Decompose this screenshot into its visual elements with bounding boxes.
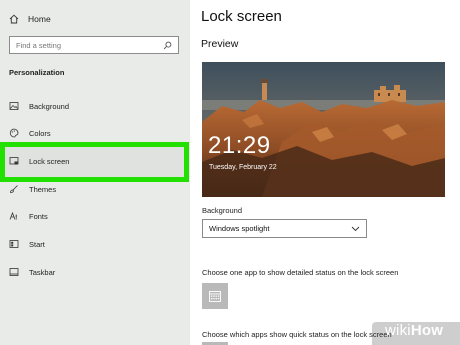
sidebar-item-label: Lock screen <box>29 156 70 166</box>
lock-screen-icon <box>9 157 19 165</box>
preview-heading: Preview <box>201 38 239 50</box>
sidebar-item-taskbar[interactable]: Taskbar <box>9 264 55 280</box>
calendar-icon <box>209 291 221 302</box>
search-input[interactable]: Find a setting <box>9 36 179 54</box>
preview-date: Tuesday, February 22 <box>209 164 277 171</box>
preview-clock: 21:29 <box>208 132 271 159</box>
start-icon <box>9 240 19 248</box>
wikihow-watermark: wikiHow <box>385 322 443 339</box>
image-icon <box>9 102 19 110</box>
sidebar-item-label: Colors <box>29 128 51 138</box>
sidebar-item-label: Fonts <box>29 211 48 221</box>
background-dropdown-value: Windows spotlight <box>209 224 270 233</box>
sidebar-item-label: Start <box>29 239 45 249</box>
page-title: Lock screen <box>201 8 282 25</box>
main-panel: Lock screen Preview 21:29 Tuesday, Febru… <box>190 0 460 345</box>
settings-sidebar: Home Find a setting Personalization Back… <box>0 0 190 345</box>
lock-screen-preview: 21:29 Tuesday, February 22 <box>202 62 445 197</box>
search-placeholder: Find a setting <box>16 40 62 50</box>
sidebar-item-fonts[interactable]: Fonts <box>9 208 48 224</box>
quick-status-label: Choose which apps show quick status on t… <box>202 330 392 339</box>
background-dropdown[interactable]: Windows spotlight <box>202 219 367 238</box>
font-icon <box>9 211 17 220</box>
sidebar-item-label: Taskbar <box>29 267 56 277</box>
watermark-how: How <box>410 322 444 339</box>
palette-icon <box>9 128 19 138</box>
chevron-down-icon <box>351 226 360 231</box>
detailed-status-label: Choose one app to show detailed status o… <box>202 268 399 277</box>
sidebar-item-start[interactable]: Start <box>9 236 45 252</box>
home-icon <box>9 14 19 24</box>
brush-icon <box>10 185 18 193</box>
sidebar-item-label: Themes <box>29 184 57 194</box>
detailed-status-app-button[interactable] <box>202 283 228 309</box>
sidebar-item-lock-screen[interactable]: Lock screen <box>9 153 69 169</box>
preview-landscape-image <box>202 62 445 197</box>
watermark-wiki: wiki <box>385 322 411 339</box>
sidebar-item-background[interactable]: Background <box>9 98 69 114</box>
home-link[interactable]: Home <box>9 11 51 27</box>
sidebar-item-label: Background <box>29 101 70 111</box>
sidebar-item-themes[interactable]: Themes <box>9 181 56 197</box>
background-label: Background <box>202 206 243 215</box>
taskbar-icon <box>9 268 19 276</box>
sidebar-item-colors[interactable]: Colors <box>9 125 51 141</box>
search-icon <box>163 41 172 49</box>
section-title: Personalization <box>9 68 65 77</box>
home-label: Home <box>28 14 51 24</box>
